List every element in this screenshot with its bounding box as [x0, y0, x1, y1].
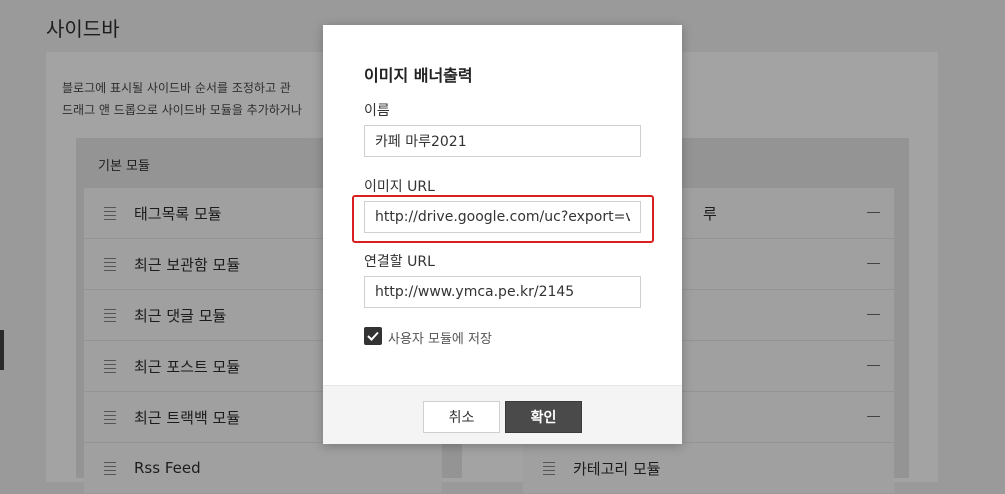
drag-handle-icon[interactable] — [104, 461, 116, 475]
save-to-user-module-checkbox[interactable] — [364, 327, 382, 345]
dialog-title: 이미지 배너출력 — [364, 66, 473, 85]
image-banner-dialog: 이미지 배너출력 이름 이미지 URL 연결할 URL 사용자 모듈에 저장 취… — [323, 25, 682, 444]
module-label: 최근 포스트 모듈 — [134, 357, 241, 376]
confirm-button[interactable]: 확인 — [505, 401, 582, 433]
dialog-footer: 취소 확인 — [323, 385, 682, 444]
image-url-input[interactable] — [364, 201, 641, 233]
save-to-user-module-label[interactable]: 사용자 모듈에 저장 — [388, 328, 492, 347]
basic-modules-header: 기본 모듈 — [98, 159, 150, 174]
module-label: 최근 보관함 모듈 — [134, 255, 241, 274]
active-module-label: 카테고리 모듈 — [573, 459, 661, 478]
remove-icon[interactable] — [867, 314, 880, 315]
drag-handle-icon[interactable] — [104, 257, 116, 271]
link-url-input[interactable] — [364, 276, 641, 308]
module-label: 최근 댓글 모듈 — [134, 306, 227, 325]
name-input[interactable] — [364, 125, 641, 157]
name-label: 이름 — [364, 103, 390, 119]
remove-icon[interactable] — [867, 212, 880, 213]
link-url-label: 연결할 URL — [364, 254, 435, 270]
description-line-1: 블로그에 표시될 사이드바 순서를 조정하고 관 — [62, 81, 291, 95]
page-title: 사이드바 — [46, 17, 120, 41]
module-item[interactable]: Rss Feed — [84, 443, 442, 493]
drag-handle-icon[interactable] — [104, 206, 116, 220]
active-module-item[interactable]: 카테고리 모듈 — [523, 443, 894, 493]
checkmark-icon — [367, 331, 379, 341]
drag-handle-icon[interactable] — [104, 308, 116, 322]
sidebar-nav-marker — [0, 330, 4, 370]
drag-handle-icon[interactable] — [543, 461, 555, 475]
module-label: Rss Feed — [134, 459, 201, 477]
cancel-button[interactable]: 취소 — [423, 401, 500, 433]
remove-icon[interactable] — [867, 365, 880, 366]
remove-icon[interactable] — [867, 263, 880, 264]
active-module-label: 루 — [703, 204, 717, 223]
remove-icon[interactable] — [867, 416, 880, 417]
drag-handle-icon[interactable] — [104, 410, 116, 424]
drag-handle-icon[interactable] — [104, 359, 116, 373]
module-label: 최근 트랙백 모듈 — [134, 408, 241, 427]
description-line-2: 드래그 앤 드롭으로 사이드바 모듈을 추가하거나 — [62, 103, 302, 117]
module-label: 태그목록 모듈 — [134, 204, 222, 223]
image-url-label: 이미지 URL — [364, 179, 435, 195]
